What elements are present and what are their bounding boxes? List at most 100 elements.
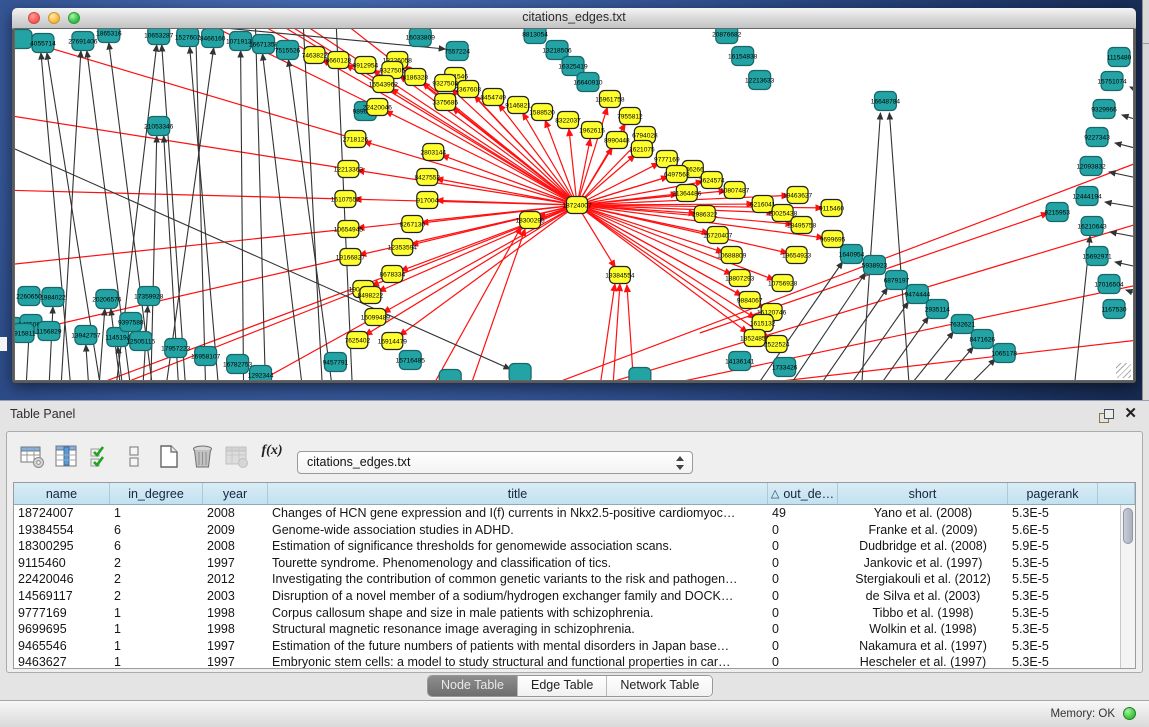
table-cell[interactable]: 5.3E-5 [1008,654,1098,669]
table-row[interactable]: 1938455462009Genome-wide association stu… [14,522,1120,539]
table-cell[interactable]: 0 [768,522,838,539]
column-header-short[interactable]: short [838,483,1008,504]
unselect-rows-icon[interactable] [121,443,148,470]
table-row[interactable]: 911546021997Tourette syndrome. Phenomeno… [14,555,1120,572]
table-cell[interactable]: 0 [768,571,838,588]
table-cell[interactable]: Jankovic et al. (1997) [838,555,1008,572]
table-cell[interactable]: 1 [110,638,203,655]
table-cell[interactable]: Estimation of significance thresholds fo… [268,538,768,555]
table-cell[interactable]: Hescheler et al. (1997) [838,654,1008,669]
table-cell[interactable]: 18724007 [14,505,110,522]
table-cell[interactable]: 2003 [203,588,268,605]
table-selector-dropdown[interactable]: citations_edges.txt [297,451,693,474]
table-cell[interactable]: 5.3E-5 [1008,555,1098,572]
window-titlebar[interactable]: citations_edges.txt [12,8,1136,29]
table-cell[interactable]: 0 [768,588,838,605]
table-cell[interactable]: 5.6E-5 [1008,522,1098,539]
column-header-year[interactable]: year [203,483,268,504]
table-cell[interactable]: 6 [110,538,203,555]
table-cell[interactable]: Stergiakouli et al. (2012) [838,571,1008,588]
table-cell[interactable]: 2012 [203,571,268,588]
table-cell[interactable]: 0 [768,638,838,655]
function-builder-icon[interactable]: f(x) [257,443,287,470]
table-cell[interactable]: Tourette syndrome. Phenomenology and cla… [268,555,768,572]
close-icon[interactable]: ✕ [1124,405,1137,423]
table-cell[interactable]: Nakamura et al. (1997) [838,638,1008,655]
table-cell[interactable]: 2 [110,555,203,572]
table-cell[interactable]: Estimation of the future numbers of pati… [268,638,768,655]
table-row[interactable]: 977716911998Corpus callosum shape and si… [14,605,1120,622]
float-panel-icon[interactable] [1099,409,1113,423]
table-cell[interactable]: Embryonic stem cells: a model to study s… [268,654,768,669]
table-cell[interactable]: 0 [768,605,838,622]
table-cell[interactable]: 1 [110,505,203,522]
table-cell[interactable]: 9465546 [14,638,110,655]
column-header-title[interactable]: title [268,483,768,504]
new-column-icon[interactable] [155,443,182,470]
table-cell[interactable]: 18300295 [14,538,110,555]
table-cell[interactable]: 49 [768,505,838,522]
table-row[interactable]: 1872400712008Changes of HCN gene express… [14,505,1120,522]
table-cell[interactable]: 19384554 [14,522,110,539]
table-row[interactable]: 946362711997Embryonic stem cells: a mode… [14,654,1120,669]
table-cell[interactable]: 5.3E-5 [1008,638,1098,655]
table-cell[interactable]: de Silva et al. (2003) [838,588,1008,605]
table-cell[interactable]: 2008 [203,538,268,555]
resize-grip[interactable] [1116,363,1131,378]
tab-edge-table[interactable]: Edge Table [517,676,606,696]
table-cell[interactable]: 9699695 [14,621,110,638]
table-cell[interactable]: Tibbo et al. (1998) [838,605,1008,622]
delete-column-icon[interactable] [189,443,216,470]
network-node[interactable] [509,364,531,381]
table-cell[interactable]: 14569117 [14,588,110,605]
table-cell[interactable]: Structural magnetic resonance image aver… [268,621,768,638]
table-row[interactable]: 1456911722003Disruption of a novel membe… [14,588,1120,605]
select-all-icon[interactable] [87,443,114,470]
table-cell[interactable]: 0 [768,555,838,572]
table-cell[interactable]: 2008 [203,505,268,522]
column-header-in_degree[interactable]: in_degree [110,483,203,504]
table-cell[interactable]: 1 [110,621,203,638]
table-cell[interactable]: Genome-wide association studies in ADHD. [268,522,768,539]
table-cell[interactable]: 1997 [203,638,268,655]
table-cell[interactable]: Franke et al. (2009) [838,522,1008,539]
table-cell[interactable]: 1998 [203,621,268,638]
table-cell[interactable]: Disruption of a novel member of a sodium… [268,588,768,605]
table-cell[interactable]: 5.9E-5 [1008,538,1098,555]
table-cell[interactable]: 1997 [203,555,268,572]
table-cell[interactable]: 5.3E-5 [1008,621,1098,638]
table-cell[interactable]: 0 [768,621,838,638]
table-cell[interactable]: Corpus callosum shape and size in male p… [268,605,768,622]
network-node[interactable] [629,368,651,381]
column-header-pagerank[interactable]: pagerank [1008,483,1098,504]
table-row[interactable]: 2242004622012Investigating the contribut… [14,571,1120,588]
table-cell[interactable]: 2 [110,588,203,605]
column-settings-icon[interactable] [19,443,46,470]
table-cell[interactable]: Changes of HCN gene expression and I(f) … [268,505,768,522]
table-cell[interactable]: 5.3E-5 [1008,505,1098,522]
table-cell[interactable]: 2 [110,571,203,588]
table-cell[interactable]: 5.3E-5 [1008,605,1098,622]
table-cell[interactable]: 5.3E-5 [1008,588,1098,605]
table-cell[interactable]: 22420046 [14,571,110,588]
table-cell[interactable]: 5.5E-5 [1008,571,1098,588]
table-cell[interactable]: 0 [768,538,838,555]
table-cell[interactable]: Dudbridge et al. (2008) [838,538,1008,555]
table-cell[interactable]: 1998 [203,605,268,622]
tab-network-table[interactable]: Network Table [606,676,712,696]
table-row[interactable]: 1830029562008Estimation of significance … [14,538,1120,555]
network-node[interactable] [439,370,461,381]
column-header-name[interactable]: name [14,483,110,504]
column-header-out_de[interactable]: △out_de… [768,483,838,504]
network-canvas[interactable]: 4055714276914061865316106532871527602846… [14,28,1134,381]
table-cell[interactable]: Yano et al. (2008) [838,505,1008,522]
scrollbar-thumb[interactable] [1123,508,1133,544]
table-cell[interactable]: 9115460 [14,555,110,572]
table-cell[interactable]: 0 [768,654,838,669]
vertical-scrollbar[interactable] [1120,505,1135,668]
table-row[interactable]: 946554611997Estimation of the future num… [14,638,1120,655]
tab-node-table[interactable]: Node Table [428,676,517,696]
table-cell[interactable]: 6 [110,522,203,539]
table-row[interactable]: 969969511998Structural magnetic resonanc… [14,621,1120,638]
table-cell[interactable]: 9777169 [14,605,110,622]
